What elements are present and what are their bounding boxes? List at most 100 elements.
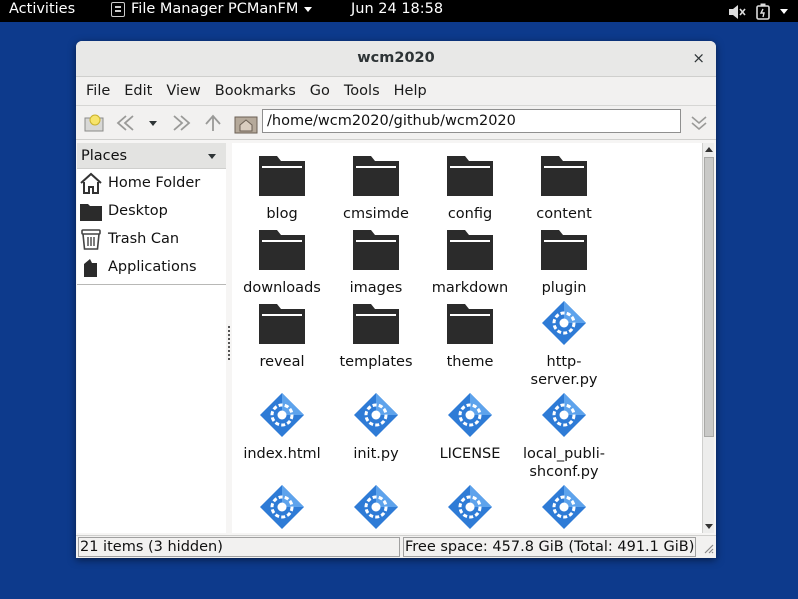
path-input[interactable]: /home/wcm2020/github/wcm2020 [262,109,681,133]
activities-button[interactable]: Activities [9,0,75,19]
file-item[interactable] [235,483,329,533]
file-name: downloads [243,280,321,296]
folder-item[interactable]: templates [329,299,423,371]
folder-icon [353,230,399,270]
file-item[interactable]: LICENSE [423,391,517,463]
file-name: reveal [259,354,305,370]
file-manager-window: wcm2020 × File Edit View Bookmarks Go To… [76,41,716,558]
up-icon[interactable] [202,113,224,133]
folder-icon [447,156,493,196]
folder-icon [447,304,493,344]
python-file-icon [354,485,398,529]
folder-item[interactable]: config [423,151,517,223]
file-item[interactable] [423,483,517,533]
app-menu-button[interactable]: File Manager PCManFM [111,0,313,19]
folder-item[interactable]: images [329,225,423,297]
sidebar-item-desktop[interactable]: Desktop [77,197,226,225]
volume-muted-icon [729,4,746,19]
menu-help[interactable]: Help [387,83,434,99]
file-name: templates [339,354,413,370]
menu-tools[interactable]: Tools [337,83,387,99]
file-name: theme [446,354,494,370]
menu-go[interactable]: Go [303,83,337,99]
top-bar: Activities File Manager PCManFM Jun 24 1… [0,0,798,22]
close-button[interactable]: × [692,49,705,67]
file-item[interactable] [517,483,611,533]
sidebar-item-label: Applications [108,259,197,275]
folder-item[interactable]: blog [235,151,329,223]
file-name: init.py [353,446,399,462]
item-count: 21 items (3 hidden) [78,537,400,557]
file-item[interactable]: init.py [329,391,423,463]
sidebar-item-label: Trash Can [108,231,180,247]
forward-icon[interactable] [171,113,193,133]
file-item[interactable]: local_publi- shconf.py [517,391,611,481]
app-icon [111,2,125,17]
folder-icon [259,230,305,270]
folder-item[interactable]: plugin [517,225,611,297]
file-item[interactable] [329,483,423,533]
menu-view[interactable]: View [159,83,207,99]
folder-item[interactable]: theme [423,299,517,371]
folder-icon [447,230,493,270]
menu-file[interactable]: File [79,83,117,99]
history-dropdown-icon[interactable] [149,121,157,126]
python-file-icon [448,485,492,529]
file-name: index.html [243,446,321,462]
status-bar: 21 items (3 hidden) Free space: 457.8 Gi… [76,535,716,558]
folder-item[interactable]: reveal [235,299,329,371]
python-file-icon [354,393,398,437]
menu-edit[interactable]: Edit [117,83,159,99]
home-icon [80,172,102,194]
folder-item[interactable]: markdown [423,225,517,297]
folder-item[interactable]: content [517,151,611,223]
file-name: markdown [431,280,509,296]
free-space: Free space: 457.8 GiB (Total: 491.1 GiB) [403,537,696,557]
menu-bookmarks[interactable]: Bookmarks [208,83,303,99]
folder-item[interactable]: downloads [235,225,329,297]
folder-item[interactable]: cmsimde [329,151,423,223]
folder-icon [353,304,399,344]
file-name: cmsimde [343,206,409,222]
folder-icon [259,304,305,344]
title-bar[interactable]: wcm2020 × [76,41,716,77]
app-name: File Manager PCManFM [131,1,299,17]
python-file-icon [542,301,586,345]
scrollbar-thumb[interactable] [704,157,714,437]
chevron-down-icon [304,7,313,12]
battery-icon [756,3,770,20]
python-file-icon [260,485,304,529]
file-name: local_publi- shconf.py [523,446,605,480]
applications-icon [84,259,97,277]
sidebar-item-applications[interactable]: Applications [77,253,226,281]
scroll-down-icon[interactable] [704,521,714,531]
folder-icon [353,156,399,196]
file-item[interactable]: http- server.py [517,299,611,389]
sidebar-item-label: Desktop [108,203,168,219]
file-name: LICENSE [439,446,501,462]
python-file-icon [542,485,586,529]
file-name: blog [266,206,298,222]
sidebar-item-home[interactable]: Home Folder [77,169,226,197]
pane-resize-handle[interactable] [228,326,230,360]
places-dropdown[interactable]: Places [77,143,226,169]
folder-icon [541,230,587,270]
go-icon[interactable] [688,113,710,133]
folder-icon [541,156,587,196]
file-item[interactable]: index.html [235,391,329,463]
vertical-scrollbar[interactable] [702,143,714,533]
sidebar-item-trash[interactable]: Trash Can [77,225,226,253]
python-file-icon [542,393,586,437]
back-icon[interactable] [114,113,136,133]
window-title: wcm2020 [357,50,435,66]
file-name: plugin [541,280,587,296]
file-name: http- server.py [530,354,598,388]
resize-grip-icon[interactable] [702,542,714,554]
file-name: config [447,206,493,222]
scroll-up-icon[interactable] [704,145,714,155]
home-icon[interactable] [234,112,258,134]
clock[interactable]: Jun 24 18:58 [351,0,443,19]
folder-icon [80,204,102,221]
new-tab-icon[interactable] [83,113,105,133]
system-tray[interactable] [728,3,788,20]
